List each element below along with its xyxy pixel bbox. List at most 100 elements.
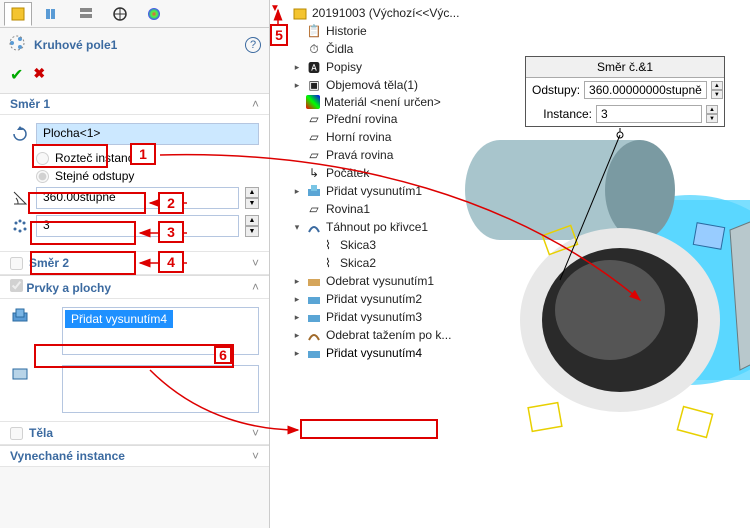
plane-icon: ▱ xyxy=(306,129,322,145)
tree-cutsweep[interactable]: ▸Odebrat tažením po k... xyxy=(292,326,478,344)
chevron-down-icon: ˅ xyxy=(252,256,259,270)
axis-selection-value: Plocha<1> xyxy=(43,126,100,140)
help-icon[interactable]: ? xyxy=(245,37,261,53)
count-input[interactable]: 3 xyxy=(36,215,239,237)
faces-selection-box[interactable] xyxy=(62,365,259,413)
part-icon xyxy=(292,5,308,21)
plane-icon: ▱ xyxy=(306,201,322,217)
section-bodies[interactable]: Těla ˅ xyxy=(0,421,269,445)
confirm-button[interactable]: ✔ xyxy=(10,65,23,85)
callout-2: 2 xyxy=(158,192,184,214)
callout-5: 5 xyxy=(270,24,288,46)
popup-title: Směr č.&1 xyxy=(526,57,724,78)
popup-spacing-value[interactable]: 360.00000000stupně xyxy=(584,81,707,99)
tab-configuration[interactable] xyxy=(72,2,100,26)
callout-4: 4 xyxy=(158,251,184,273)
sensors-icon: ⏱ xyxy=(306,41,322,57)
history-icon: 📋 xyxy=(306,23,322,39)
faces-icon xyxy=(10,365,30,383)
origin-icon: ↳ xyxy=(306,165,322,181)
direction2-checkbox[interactable] xyxy=(10,257,23,270)
count-spinner[interactable]: ▲▼ xyxy=(245,215,259,237)
angle-spinner[interactable]: ▲▼ xyxy=(245,187,259,209)
popup-spacing-spinner[interactable]: ▲▼ xyxy=(711,81,723,99)
tree-bodies[interactable]: ▸▣Objemová těla(1) xyxy=(292,76,478,94)
tree-ext3[interactable]: ▸Přidat vysunutím3 xyxy=(292,308,478,326)
tab-feature-manager[interactable] xyxy=(4,2,32,26)
tab-property-manager[interactable] xyxy=(38,2,66,26)
sketch-icon: ⌇ xyxy=(320,237,336,253)
axis-selection-input[interactable]: Plocha<1> xyxy=(36,123,259,145)
pattern-callout-popup[interactable]: Směr č.&1 Odstupy: 360.00000000stupně ▲▼… xyxy=(525,56,725,127)
section-direction1-title: Směr 1 xyxy=(10,97,50,111)
tree-history[interactable]: 📋Historie xyxy=(292,22,478,40)
tree-right-plane[interactable]: ▱Pravá rovina xyxy=(292,146,478,164)
bodies-label: Těla xyxy=(29,426,53,440)
boss-extrude-icon xyxy=(306,309,322,325)
tree-top-plane[interactable]: ▱Horní rovina xyxy=(292,128,478,146)
boss-extrude-icon xyxy=(306,291,322,307)
tab-dim-expert[interactable] xyxy=(106,2,134,26)
tree-root[interactable]: 20191003 (Výchozí<<Výc... xyxy=(278,4,478,22)
callout-6: 6 xyxy=(214,346,232,364)
section-features-header[interactable]: Prvky a plochy ˄ xyxy=(0,276,269,299)
features-checkbox[interactable] xyxy=(10,279,23,292)
angle-icon xyxy=(10,190,30,206)
cut-extrude-icon xyxy=(306,273,322,289)
cancel-button[interactable]: ✖ xyxy=(33,65,45,85)
chevron-up-icon: ˄ xyxy=(252,97,259,111)
annotations-icon: 🅰 xyxy=(306,59,322,75)
features-label: Prvky a plochy xyxy=(26,281,111,295)
radio-equal-spacing[interactable]: Stejné odstupy xyxy=(36,169,259,183)
plane-icon: ▱ xyxy=(306,147,322,163)
tree-sweep[interactable]: ▾Táhnout po křivce1 xyxy=(292,218,478,236)
skipped-label: Vynechané instance xyxy=(10,449,125,463)
instance-count-icon xyxy=(10,218,30,234)
tree-annotations[interactable]: ▸🅰Popisy xyxy=(292,58,478,76)
bodies-checkbox[interactable] xyxy=(10,427,23,440)
chevron-down-icon: ˅ xyxy=(252,449,259,463)
chevron-down-icon: ˅ xyxy=(252,426,259,440)
circular-pattern-icon xyxy=(8,34,26,55)
tree-material[interactable]: Materiál <není určen> xyxy=(292,94,478,110)
tree-flyout-arrow[interactable]: ▼ xyxy=(270,3,280,14)
section-direction1: Směr 1 ˄ Plocha<1> Rozteč instancí Stejn… xyxy=(0,93,269,251)
tree-plane1[interactable]: ▱Rovina1 xyxy=(292,200,478,218)
feature-title-row: Kruhové pole1 ? xyxy=(0,28,269,61)
plane-icon: ▱ xyxy=(306,111,322,127)
tree-sketch3[interactable]: ⌇Skica3 xyxy=(306,236,478,254)
callout-3: 3 xyxy=(158,221,184,243)
tree-sketch2[interactable]: ⌇Skica2 xyxy=(306,254,478,272)
section-direction1-header[interactable]: Směr 1 ˄ xyxy=(0,94,269,115)
section-direction2[interactable]: Směr 2 ˅ xyxy=(0,251,269,275)
sweep-icon xyxy=(306,219,322,235)
angle-value: 360.00stupně xyxy=(43,190,116,204)
features-icon xyxy=(10,307,30,325)
popup-instances-spinner[interactable]: ▲▼ xyxy=(706,105,718,123)
tree-cut1[interactable]: ▸Odebrat vysunutím1 xyxy=(292,272,478,290)
feature-tree: 20191003 (Výchozí<<Výc... 📋Historie ⏱Čid… xyxy=(278,0,478,528)
selected-feature-item[interactable]: Přidat vysunutím4 xyxy=(65,310,173,328)
angle-input[interactable]: 360.00stupně xyxy=(36,187,239,209)
chevron-up-icon: ˄ xyxy=(252,280,259,294)
property-manager-panel: Kruhové pole1 ? ✔ ✖ Směr 1 ˄ Plocha<1> R… xyxy=(0,0,270,528)
tree-front-plane[interactable]: ▱Přední rovina xyxy=(292,110,478,128)
callout-1: 1 xyxy=(130,143,156,165)
tree-origin[interactable]: ↳Počátek xyxy=(292,164,478,182)
tree-ext4[interactable]: ▸Přidat vysunutím4 xyxy=(292,344,478,362)
tree-ext1[interactable]: ▸Přidat vysunutím1 xyxy=(292,182,478,200)
tree-sensors[interactable]: ⏱Čidla xyxy=(292,40,478,58)
reverse-direction-icon[interactable] xyxy=(10,126,30,142)
popup-instances-value[interactable]: 3 xyxy=(596,105,702,123)
sketch-icon: ⌇ xyxy=(320,255,336,271)
tab-display[interactable] xyxy=(140,2,168,26)
direction2-label: Směr 2 xyxy=(29,256,69,270)
material-icon xyxy=(306,95,320,109)
tree-ext2[interactable]: ▸Přidat vysunutím2 xyxy=(292,290,478,308)
popup-instances-label: Instance: xyxy=(532,107,592,121)
cut-sweep-icon xyxy=(306,327,322,343)
boss-extrude-icon xyxy=(306,183,322,199)
count-value: 3 xyxy=(43,218,50,232)
section-skipped-header[interactable]: Vynechané instance ˅ xyxy=(0,445,269,467)
bodies-icon: ▣ xyxy=(306,77,322,93)
